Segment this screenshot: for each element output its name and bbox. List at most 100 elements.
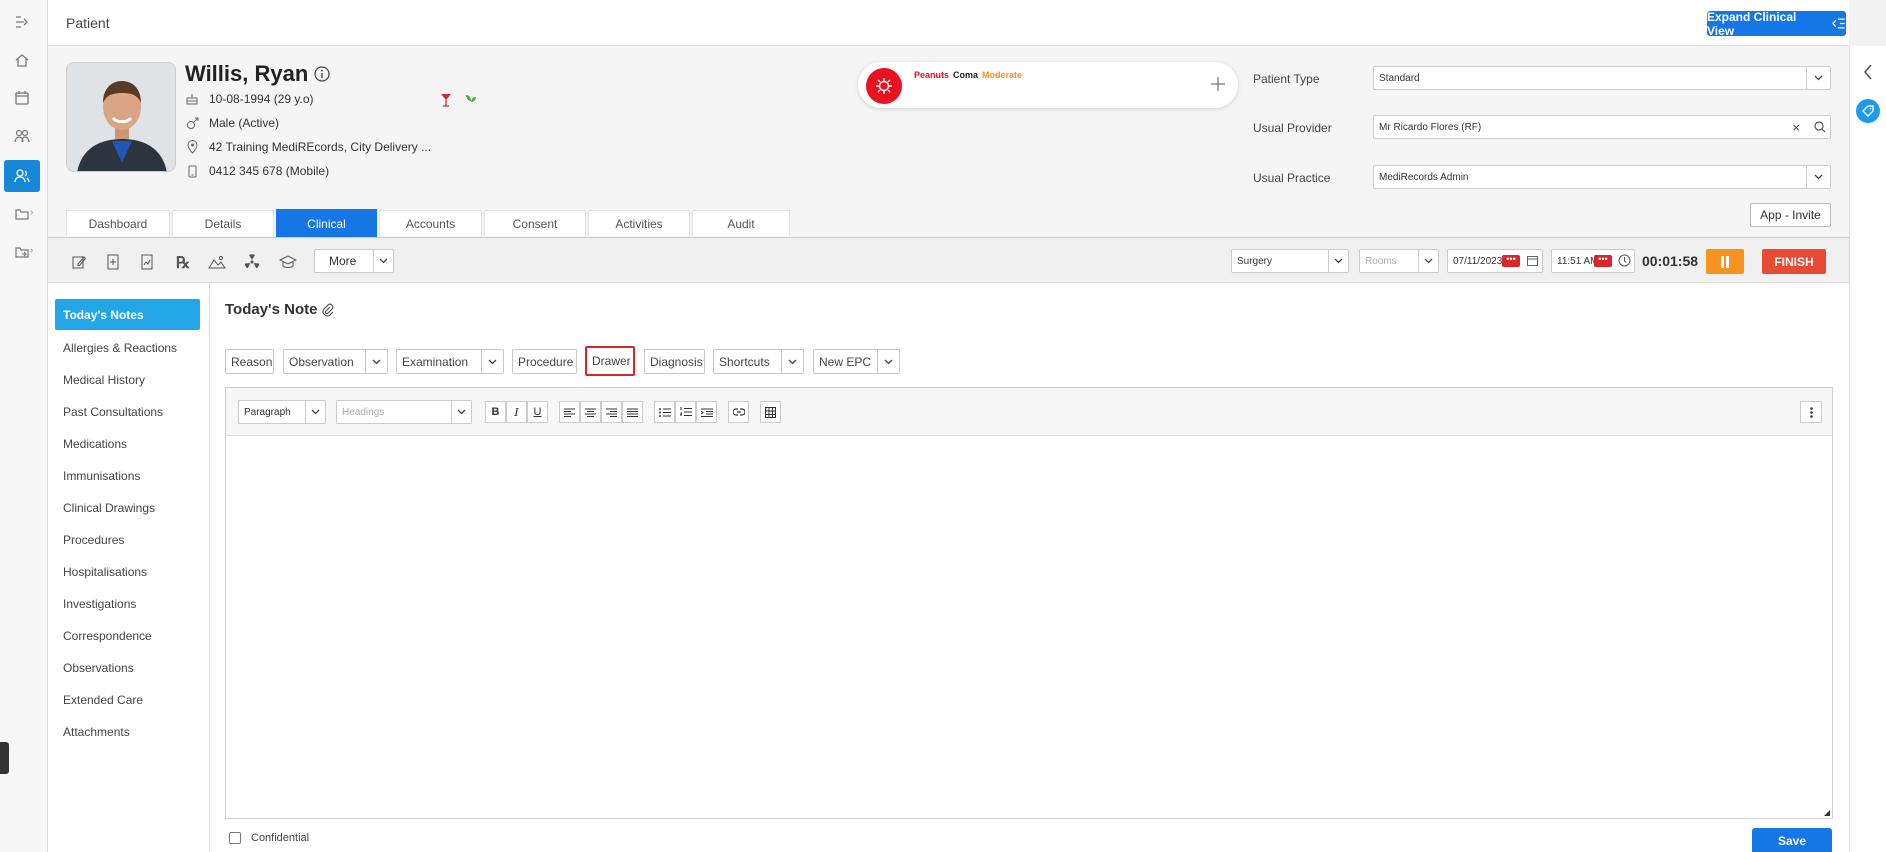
- expand-clinical-view-button[interactable]: Expand Clinical View: [1707, 10, 1846, 38]
- menu-item-correspondence[interactable]: Correspondence: [55, 620, 200, 651]
- drawer-button[interactable]: Drawer: [585, 346, 635, 376]
- search-icon[interactable]: [1814, 121, 1826, 133]
- attachment-icon[interactable]: [322, 303, 334, 317]
- left-rail: › ›: [0, 0, 48, 852]
- clock-icon[interactable]: [1618, 254, 1631, 267]
- prescription-icon[interactable]: ℞: [172, 251, 194, 273]
- add-allergy-icon[interactable]: [1210, 76, 1226, 92]
- confidential-label: Confidential: [251, 832, 310, 844]
- menu-item-investigations[interactable]: Investigations: [55, 588, 200, 619]
- tag-icon[interactable]: [1856, 99, 1880, 123]
- paragraph-select[interactable]: Paragraph: [238, 400, 326, 424]
- menu-item-clinical-drawings[interactable]: Clinical Drawings: [55, 492, 200, 523]
- tab-dashboard[interactable]: Dashboard: [66, 210, 170, 236]
- rooms-select[interactable]: Rooms: [1359, 249, 1439, 273]
- app-invite-button[interactable]: App - Invite: [1750, 203, 1831, 227]
- usual-practice-select[interactable]: MediRecords Admin: [1373, 165, 1831, 189]
- align-center-icon[interactable]: [580, 401, 601, 423]
- menu-item-attachments[interactable]: Attachments: [55, 716, 200, 747]
- time-input[interactable]: 11:51 AM •••: [1551, 249, 1635, 273]
- editor-content-area[interactable]: [226, 436, 1832, 818]
- finish-button[interactable]: FINISH: [1762, 249, 1826, 274]
- bullet-list-icon[interactable]: [654, 401, 675, 423]
- chat-tab-icon[interactable]: [0, 742, 9, 774]
- tab-audit[interactable]: Audit: [692, 210, 790, 236]
- allergy-panel: Peanuts Coma Moderate: [858, 62, 1238, 108]
- medical-file-icon[interactable]: [102, 251, 124, 273]
- home-icon[interactable]: [4, 44, 40, 76]
- menu-item-past-consultations[interactable]: Past Consultations: [55, 396, 200, 427]
- headings-select[interactable]: Headings: [336, 400, 472, 424]
- usual-provider-input[interactable]: Mr Ricardo Flores (RF) ×: [1373, 115, 1831, 139]
- gender-icon: [185, 116, 199, 130]
- tab-clinical[interactable]: Clinical: [276, 209, 377, 237]
- chevron-down-icon[interactable]: [365, 350, 387, 373]
- plant-icon: [464, 93, 478, 107]
- tab-details[interactable]: Details: [172, 210, 274, 236]
- doctors-icon[interactable]: [4, 120, 40, 152]
- folder-icon[interactable]: [4, 198, 40, 230]
- chevron-down-icon[interactable]: [481, 350, 503, 373]
- chevron-down-icon[interactable]: [877, 350, 899, 373]
- birthday-icon: [185, 92, 199, 106]
- bold-icon[interactable]: B: [485, 401, 506, 423]
- more-dropdown[interactable]: More: [314, 249, 394, 273]
- info-icon[interactable]: [314, 66, 330, 82]
- tab-consent[interactable]: Consent: [484, 210, 586, 236]
- align-justify-icon[interactable]: [622, 401, 643, 423]
- collapse-right-icon[interactable]: [1862, 64, 1874, 80]
- menu-item-hospitalisations[interactable]: Hospitalisations: [55, 556, 200, 587]
- menu-item-procedures[interactable]: Procedures: [55, 524, 200, 555]
- new-epc-button[interactable]: New EPC: [813, 349, 900, 374]
- radiation-icon[interactable]: [241, 251, 263, 273]
- tab-activities[interactable]: Activities: [588, 210, 690, 236]
- date-input[interactable]: 07/11/2023 •••: [1447, 249, 1543, 273]
- procedure-button[interactable]: Procedure: [512, 349, 577, 374]
- calendar-icon[interactable]: [1527, 255, 1538, 266]
- chevron-down-icon[interactable]: [781, 350, 803, 373]
- more-options-icon[interactable]: [1800, 401, 1822, 423]
- calendar-icon[interactable]: [4, 82, 40, 114]
- italic-icon[interactable]: I: [506, 401, 527, 423]
- diagnosis-button[interactable]: Diagnosis: [644, 349, 705, 374]
- menu-item-observations[interactable]: Observations: [55, 652, 200, 683]
- menu-item-medical-history[interactable]: Medical History: [55, 364, 200, 395]
- edit-note-icon[interactable]: [68, 251, 90, 273]
- observation-button[interactable]: Observation: [283, 349, 388, 374]
- patient-type-select[interactable]: Standard: [1373, 66, 1831, 90]
- underline-icon[interactable]: U: [527, 401, 548, 423]
- menu-item-allergies[interactable]: Allergies & Reactions: [55, 332, 200, 363]
- note-editor: Paragraph Headings B I U: [225, 387, 1833, 819]
- align-right-icon[interactable]: [601, 401, 622, 423]
- align-left-icon[interactable]: [559, 401, 580, 423]
- expand-menu-icon[interactable]: [4, 6, 40, 38]
- surgery-select[interactable]: Surgery: [1231, 249, 1349, 273]
- menu-item-todays-notes[interactable]: Today's Notes: [55, 299, 200, 330]
- save-button[interactable]: Save: [1752, 828, 1832, 852]
- resize-handle-icon[interactable]: [1824, 810, 1830, 816]
- clear-icon[interactable]: ×: [1792, 120, 1800, 135]
- indent-icon[interactable]: [696, 401, 717, 423]
- imaging-icon[interactable]: [206, 251, 228, 273]
- tab-accounts[interactable]: Accounts: [379, 210, 482, 236]
- menu-item-immunisations[interactable]: Immunisations: [55, 460, 200, 491]
- allergy-severity: Moderate: [982, 70, 1023, 80]
- patients-icon[interactable]: [4, 160, 40, 192]
- link-icon[interactable]: [728, 401, 749, 423]
- ellipsis-icon: •••: [1594, 255, 1612, 267]
- numbered-list-icon[interactable]: [675, 401, 696, 423]
- paragraph-value: Paragraph: [244, 406, 291, 418]
- chart-report-icon[interactable]: [136, 251, 158, 273]
- shortcuts-button[interactable]: Shortcuts: [713, 349, 804, 374]
- menu-item-extended-care[interactable]: Extended Care: [55, 684, 200, 715]
- examination-button[interactable]: Examination: [396, 349, 504, 374]
- pause-button[interactable]: [1706, 249, 1744, 274]
- folder-share-icon[interactable]: [4, 236, 40, 268]
- education-icon[interactable]: [277, 251, 299, 273]
- table-icon[interactable]: [760, 401, 781, 423]
- confidential-checkbox[interactable]: [229, 832, 241, 844]
- chevron-down-icon: [305, 401, 325, 423]
- reason-button[interactable]: Reason: [225, 349, 274, 374]
- menu-item-medications[interactable]: Medications: [55, 428, 200, 459]
- top-bar: Patient Expand Clinical View: [48, 0, 1849, 46]
